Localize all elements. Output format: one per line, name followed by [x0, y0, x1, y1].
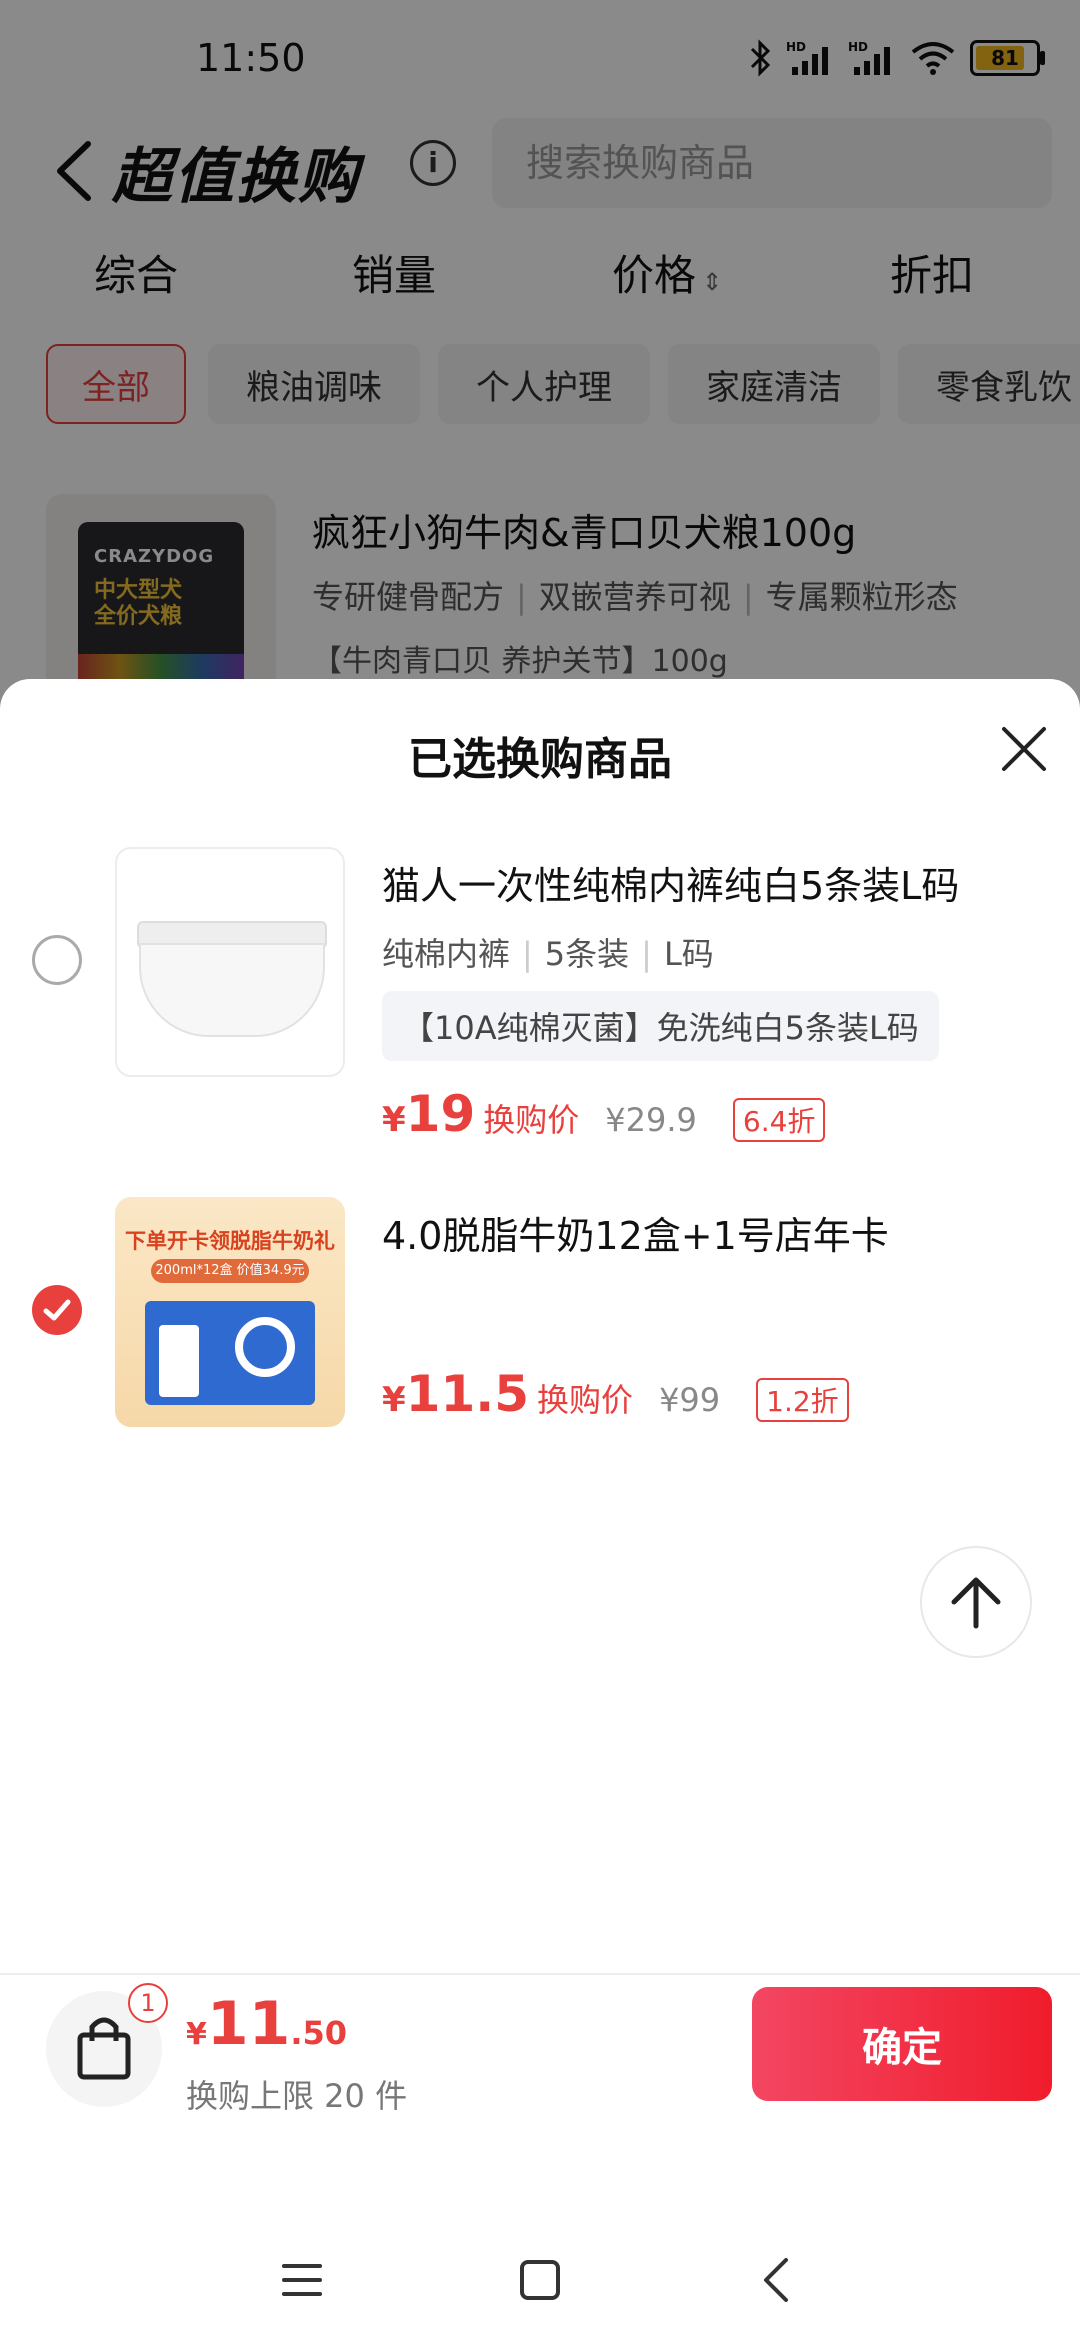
select-radio-checked[interactable]	[32, 1285, 82, 1335]
menu-icon[interactable]	[272, 2250, 332, 2310]
currency-symbol: ¥	[186, 2017, 207, 2052]
list-item: 猫人一次性纯棉内裤纯白5条装L码 纯棉内裤 | 5条装 | L码 【10A纯棉灭菌】免洗…	[0, 847, 1080, 1143]
check-icon	[43, 1299, 71, 1321]
product-promo: 【10A纯棉灭菌】免洗纯白5条装L码	[382, 991, 939, 1061]
confirm-button[interactable]: 确定	[752, 1987, 1052, 2101]
bottom-bar: 1 ¥11.50 换购上限 20 件 确定	[0, 1973, 1080, 2165]
product-thumbnail[interactable]: 下单开卡领脱脂牛奶礼盒 200ml*12盒 价值34.9元	[115, 1197, 345, 1427]
total-dec: .50	[290, 2014, 348, 2052]
spec-tag: 纯棉内裤	[382, 935, 511, 973]
scroll-to-top-button[interactable]	[920, 1546, 1032, 1658]
total-price: ¥11.50	[186, 1989, 347, 2059]
original-price: ¥29.9	[605, 1101, 697, 1139]
product-name: 猫人一次性纯棉内裤纯白5条装L码	[382, 864, 960, 908]
home-icon[interactable]	[510, 2250, 570, 2310]
price-row: ¥ 11.5 换购价 ¥99 1.2折	[382, 1365, 849, 1423]
spec-tag: L码	[663, 935, 714, 973]
currency-symbol: ¥	[382, 1100, 406, 1140]
currency-symbol: ¥	[382, 1380, 406, 1420]
discount-badge: 1.2折	[756, 1378, 849, 1422]
thumb-subline: 200ml*12盒 价值34.9元	[151, 1259, 309, 1283]
original-price: ¥99	[659, 1381, 721, 1419]
exchange-price-label: 换购价	[537, 1381, 634, 1419]
system-nav-bar	[0, 2220, 1080, 2340]
arrow-up-icon	[951, 1577, 1001, 1629]
product-specs: 纯棉内裤 | 5条装 | L码	[382, 935, 714, 973]
product-thumbnail[interactable]	[115, 847, 345, 1077]
exchange-price: 11.5	[405, 1365, 530, 1423]
spec-tag: 5条装	[544, 935, 630, 973]
close-icon[interactable]	[998, 723, 1050, 775]
select-radio[interactable]	[32, 935, 82, 985]
exchange-price: 19	[405, 1085, 476, 1143]
back-icon[interactable]	[748, 2250, 808, 2310]
discount-badge: 6.4折	[732, 1098, 826, 1142]
product-name: 4.0脱脂牛奶12盒+1号店年卡	[382, 1214, 889, 1258]
sheet-title: 已选换购商品	[408, 734, 672, 785]
list-item: 下单开卡领脱脂牛奶礼盒 200ml*12盒 价值34.9元 4.0脱脂牛奶12盒…	[0, 1197, 1080, 1429]
cart-count-badge: 1	[128, 1983, 168, 2023]
total-int: 11	[206, 1989, 291, 2059]
exchange-limit-text: 换购上限 20 件	[186, 2077, 408, 2115]
price-row: ¥ 19 换购价 ¥29.9 6.4折	[382, 1085, 826, 1143]
exchange-price-label: 换购价	[483, 1101, 580, 1139]
